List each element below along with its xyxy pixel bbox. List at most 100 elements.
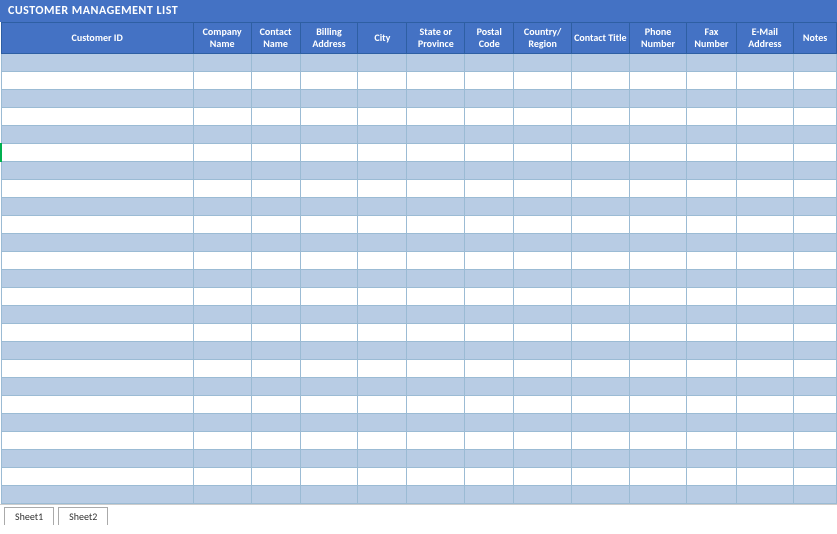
cell-customer_id[interactable] xyxy=(1,216,193,234)
cell-country_region[interactable] xyxy=(514,486,572,504)
cell-state_province[interactable] xyxy=(407,108,465,126)
cell-country_region[interactable] xyxy=(514,432,572,450)
cell-country_region[interactable] xyxy=(514,396,572,414)
cell-fax_number[interactable] xyxy=(687,360,736,378)
cell-fax_number[interactable] xyxy=(687,342,736,360)
cell-contact_name[interactable] xyxy=(251,432,300,450)
cell-fax_number[interactable] xyxy=(687,180,736,198)
cell-customer_id[interactable] xyxy=(1,360,193,378)
cell-company_name[interactable] xyxy=(193,432,251,450)
table-row[interactable] xyxy=(1,162,837,180)
cell-state_province[interactable] xyxy=(407,468,465,486)
cell-fax_number[interactable] xyxy=(687,90,736,108)
cell-state_province[interactable] xyxy=(407,342,465,360)
cell-postal_code[interactable] xyxy=(465,468,514,486)
cell-billing_address[interactable] xyxy=(300,198,358,216)
cell-contact_title[interactable] xyxy=(571,54,629,72)
cell-state_province[interactable] xyxy=(407,90,465,108)
cell-contact_name[interactable] xyxy=(251,414,300,432)
cell-contact_title[interactable] xyxy=(571,342,629,360)
cell-contact_title[interactable] xyxy=(571,468,629,486)
cell-country_region[interactable] xyxy=(514,450,572,468)
table-row[interactable] xyxy=(1,288,837,306)
cell-customer_id[interactable] xyxy=(1,180,193,198)
cell-fax_number[interactable] xyxy=(687,144,736,162)
cell-postal_code[interactable] xyxy=(465,198,514,216)
cell-postal_code[interactable] xyxy=(465,90,514,108)
cell-phone_number[interactable] xyxy=(629,396,687,414)
cell-contact_title[interactable] xyxy=(571,216,629,234)
cell-postal_code[interactable] xyxy=(465,486,514,504)
cell-city[interactable] xyxy=(358,324,407,342)
cell-fax_number[interactable] xyxy=(687,432,736,450)
cell-contact_title[interactable] xyxy=(571,180,629,198)
cell-billing_address[interactable] xyxy=(300,270,358,288)
cell-country_region[interactable] xyxy=(514,252,572,270)
cell-email_address[interactable] xyxy=(736,180,794,198)
cell-customer_id[interactable] xyxy=(1,270,193,288)
cell-billing_address[interactable] xyxy=(300,360,358,378)
cell-contact_name[interactable] xyxy=(251,342,300,360)
cell-phone_number[interactable] xyxy=(629,342,687,360)
cell-company_name[interactable] xyxy=(193,216,251,234)
cell-state_province[interactable] xyxy=(407,432,465,450)
cell-postal_code[interactable] xyxy=(465,162,514,180)
cell-city[interactable] xyxy=(358,432,407,450)
cell-notes[interactable] xyxy=(794,180,837,198)
cell-contact_title[interactable] xyxy=(571,108,629,126)
cell-contact_name[interactable] xyxy=(251,198,300,216)
cell-city[interactable] xyxy=(358,162,407,180)
cell-city[interactable] xyxy=(358,108,407,126)
cell-notes[interactable] xyxy=(794,378,837,396)
cell-email_address[interactable] xyxy=(736,486,794,504)
cell-fax_number[interactable] xyxy=(687,324,736,342)
cell-phone_number[interactable] xyxy=(629,378,687,396)
cell-notes[interactable] xyxy=(794,72,837,90)
cell-postal_code[interactable] xyxy=(465,342,514,360)
cell-company_name[interactable] xyxy=(193,198,251,216)
cell-contact_title[interactable] xyxy=(571,450,629,468)
cell-company_name[interactable] xyxy=(193,180,251,198)
cell-country_region[interactable] xyxy=(514,324,572,342)
cell-billing_address[interactable] xyxy=(300,414,358,432)
cell-phone_number[interactable] xyxy=(629,306,687,324)
cell-customer_id[interactable] xyxy=(1,162,193,180)
cell-city[interactable] xyxy=(358,378,407,396)
table-row[interactable] xyxy=(1,306,837,324)
cell-postal_code[interactable] xyxy=(465,288,514,306)
cell-country_region[interactable] xyxy=(514,378,572,396)
cell-fax_number[interactable] xyxy=(687,54,736,72)
cell-company_name[interactable] xyxy=(193,144,251,162)
cell-customer_id[interactable] xyxy=(1,450,193,468)
cell-state_province[interactable] xyxy=(407,324,465,342)
cell-state_province[interactable] xyxy=(407,270,465,288)
cell-state_province[interactable] xyxy=(407,306,465,324)
table-row[interactable] xyxy=(1,270,837,288)
cell-customer_id[interactable] xyxy=(1,126,193,144)
cell-country_region[interactable] xyxy=(514,90,572,108)
table-row[interactable] xyxy=(1,198,837,216)
cell-postal_code[interactable] xyxy=(465,270,514,288)
cell-postal_code[interactable] xyxy=(465,378,514,396)
cell-contact_name[interactable] xyxy=(251,288,300,306)
cell-email_address[interactable] xyxy=(736,72,794,90)
cell-city[interactable] xyxy=(358,126,407,144)
cell-contact_title[interactable] xyxy=(571,378,629,396)
table-row[interactable] xyxy=(1,450,837,468)
cell-email_address[interactable] xyxy=(736,468,794,486)
cell-email_address[interactable] xyxy=(736,54,794,72)
cell-country_region[interactable] xyxy=(514,198,572,216)
cell-billing_address[interactable] xyxy=(300,450,358,468)
cell-postal_code[interactable] xyxy=(465,54,514,72)
cell-fax_number[interactable] xyxy=(687,126,736,144)
cell-state_province[interactable] xyxy=(407,234,465,252)
cell-contact_title[interactable] xyxy=(571,432,629,450)
table-row[interactable] xyxy=(1,180,837,198)
cell-customer_id[interactable] xyxy=(1,378,193,396)
cell-contact_title[interactable] xyxy=(571,144,629,162)
cell-phone_number[interactable] xyxy=(629,234,687,252)
cell-billing_address[interactable] xyxy=(300,342,358,360)
cell-customer_id[interactable] xyxy=(1,288,193,306)
cell-company_name[interactable] xyxy=(193,162,251,180)
cell-city[interactable] xyxy=(358,486,407,504)
